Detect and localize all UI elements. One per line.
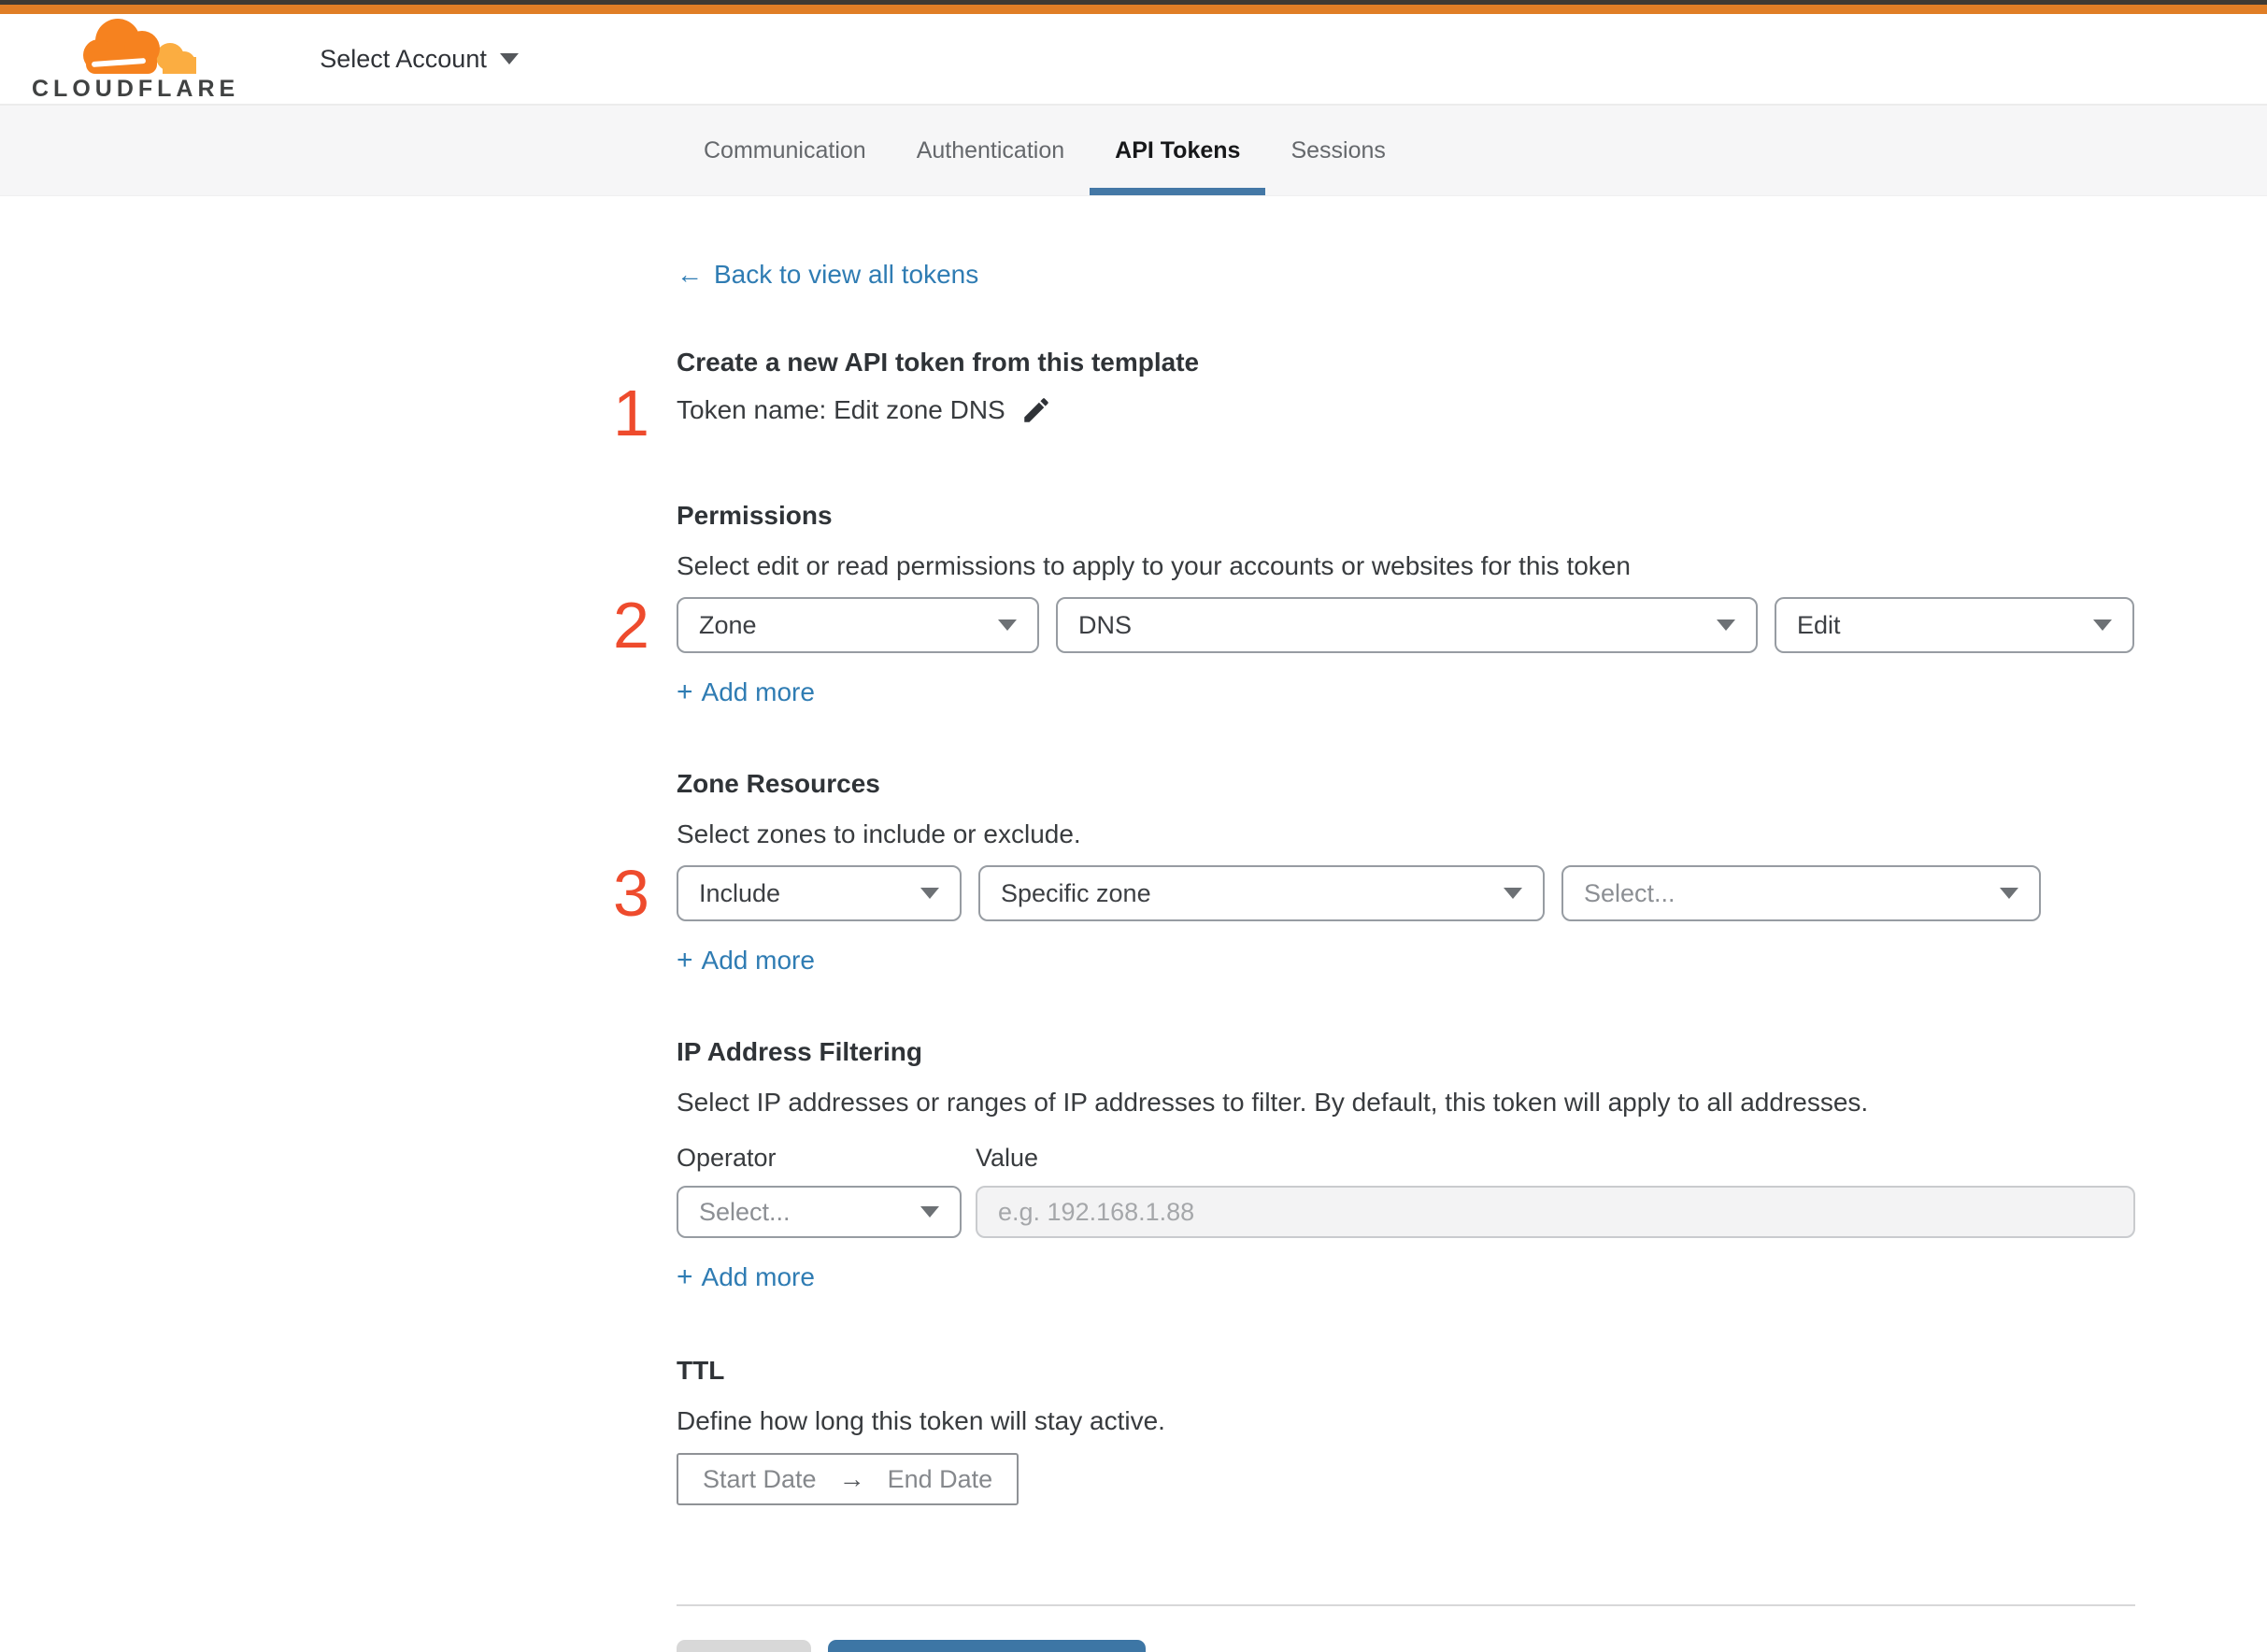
token-name-text: Token name: Edit zone DNS	[677, 395, 1005, 424]
back-link-label: Back to view all tokens	[714, 260, 979, 289]
ttl-section: TTL Define how long this token will stay…	[677, 1356, 2135, 1505]
plus-icon: +	[677, 1261, 693, 1292]
caret-down-icon	[920, 888, 939, 899]
step-number-3: 3	[613, 857, 649, 930]
permission-resource-value: DNS	[1078, 610, 1133, 639]
permissions-select-row: 2 Zone DNS Edit	[613, 592, 2135, 658]
caret-down-icon	[1717, 620, 1735, 631]
zone-type-value: Specific zone	[1001, 878, 1151, 907]
cloudflare-cloud-icon	[83, 18, 197, 74]
arrow-right-icon: →	[838, 1464, 865, 1493]
step-number-2: 2	[613, 589, 649, 662]
ip-operator-placeholder: Select...	[699, 1197, 791, 1226]
step-number-1: 1	[613, 377, 649, 449]
ip-filtering-controls-row: Select...	[677, 1186, 2135, 1238]
zone-resources-section: Zone Resources Select zones to include o…	[613, 769, 2135, 976]
edit-token-name-button[interactable]	[1020, 394, 1052, 426]
permission-access-select[interactable]: Edit	[1775, 597, 2134, 653]
ip-value-input[interactable]	[976, 1186, 2135, 1238]
form-footer: Cancel Continue to summary	[677, 1640, 2135, 1652]
zone-select[interactable]: Select...	[1561, 865, 2041, 921]
permissions-section: Permissions Select edit or read permissi…	[613, 501, 2135, 707]
ttl-heading: TTL	[677, 1356, 725, 1385]
cloudflare-api-token-page: CLOUDFLARE Select Account Communication …	[0, 0, 2267, 1652]
permission-resource-select[interactable]: DNS	[1056, 597, 1758, 653]
cancel-button[interactable]: Cancel	[677, 1640, 812, 1652]
footer-divider	[677, 1604, 2135, 1606]
token-intro-section: 1 Create a new API token from this templ…	[613, 348, 2135, 446]
date-range-picker[interactable]: Start Date → End Date	[677, 1453, 1019, 1505]
account-selector[interactable]: Select Account	[320, 45, 519, 74]
ip-filtering-description: Select IP addresses or ranges of IP addr…	[677, 1088, 1869, 1117]
tab-authentication[interactable]: Authentication	[891, 106, 1090, 195]
chevron-down-icon	[499, 53, 519, 64]
tab-sessions[interactable]: Sessions	[1265, 106, 1410, 195]
ip-filtering-add-more-label: Add more	[701, 1262, 815, 1291]
back-arrow-icon: ←	[677, 260, 703, 289]
permissions-add-more-label: Add more	[701, 677, 815, 706]
tab-communication[interactable]: Communication	[678, 106, 891, 195]
permission-scope-select[interactable]: Zone	[677, 597, 1039, 653]
ip-filtering-add-more-link[interactable]: + Add more	[677, 1262, 815, 1292]
permission-scope-value: Zone	[699, 610, 757, 639]
caret-down-icon	[2093, 620, 2112, 631]
cloudflare-logo-text: CLOUDFLARE	[32, 75, 240, 102]
plus-icon: +	[677, 676, 693, 707]
ip-operator-select[interactable]: Select...	[677, 1186, 962, 1238]
caret-down-icon	[998, 620, 1017, 631]
permissions-description: Select edit or read permissions to apply…	[677, 551, 1631, 580]
ip-filtering-section: IP Address Filtering Select IP addresses…	[677, 1037, 2135, 1292]
zone-resources-description: Select zones to include or exclude.	[677, 819, 1081, 848]
brand-accent-bar	[0, 5, 2267, 14]
app-header: CLOUDFLARE Select Account	[0, 14, 2267, 106]
zone-resources-add-more-label: Add more	[701, 946, 815, 975]
plus-icon: +	[677, 945, 693, 976]
zone-resource-type-select[interactable]: Specific zone	[978, 865, 1545, 921]
start-date-field: Start Date	[703, 1464, 817, 1493]
ip-filtering-labels-row: Operator Value	[677, 1144, 2135, 1173]
token-form: ← Back to view all tokens 1 Create a new…	[613, 196, 2135, 1652]
back-link[interactable]: ← Back to view all tokens	[677, 260, 978, 290]
pencil-icon	[1024, 398, 1048, 422]
zone-resources-select-row: 3 Include Specific zone Select...	[613, 861, 2135, 926]
token-name-line: Token name: Edit zone DNS	[677, 394, 2135, 426]
cloudflare-logo[interactable]: CLOUDFLARE	[32, 16, 239, 103]
operator-label: Operator	[677, 1144, 777, 1172]
zone-select-placeholder: Select...	[1584, 878, 1675, 907]
caret-down-icon	[1504, 888, 1522, 899]
permissions-add-more-link[interactable]: + Add more	[677, 677, 815, 707]
page-title: Create a new API token from this templat…	[677, 348, 1200, 377]
tab-api-tokens[interactable]: API Tokens	[1090, 106, 1266, 195]
permissions-heading: Permissions	[677, 501, 833, 530]
ttl-description: Define how long this token will stay act…	[677, 1406, 1165, 1435]
caret-down-icon	[2000, 888, 2018, 899]
account-selector-label: Select Account	[320, 44, 487, 73]
zone-include-exclude-select[interactable]: Include	[677, 865, 962, 921]
zone-resources-add-more-link[interactable]: + Add more	[677, 946, 815, 976]
zone-include-value: Include	[699, 878, 781, 907]
end-date-field: End Date	[887, 1464, 993, 1493]
zone-resources-heading: Zone Resources	[677, 769, 880, 798]
caret-down-icon	[920, 1206, 939, 1218]
permission-access-value: Edit	[1797, 610, 1841, 639]
continue-to-summary-button[interactable]: Continue to summary	[828, 1640, 1146, 1652]
ip-filtering-heading: IP Address Filtering	[677, 1037, 922, 1066]
value-label: Value	[976, 1144, 1039, 1172]
tab-bar: Communication Authentication API Tokens …	[0, 106, 2267, 196]
